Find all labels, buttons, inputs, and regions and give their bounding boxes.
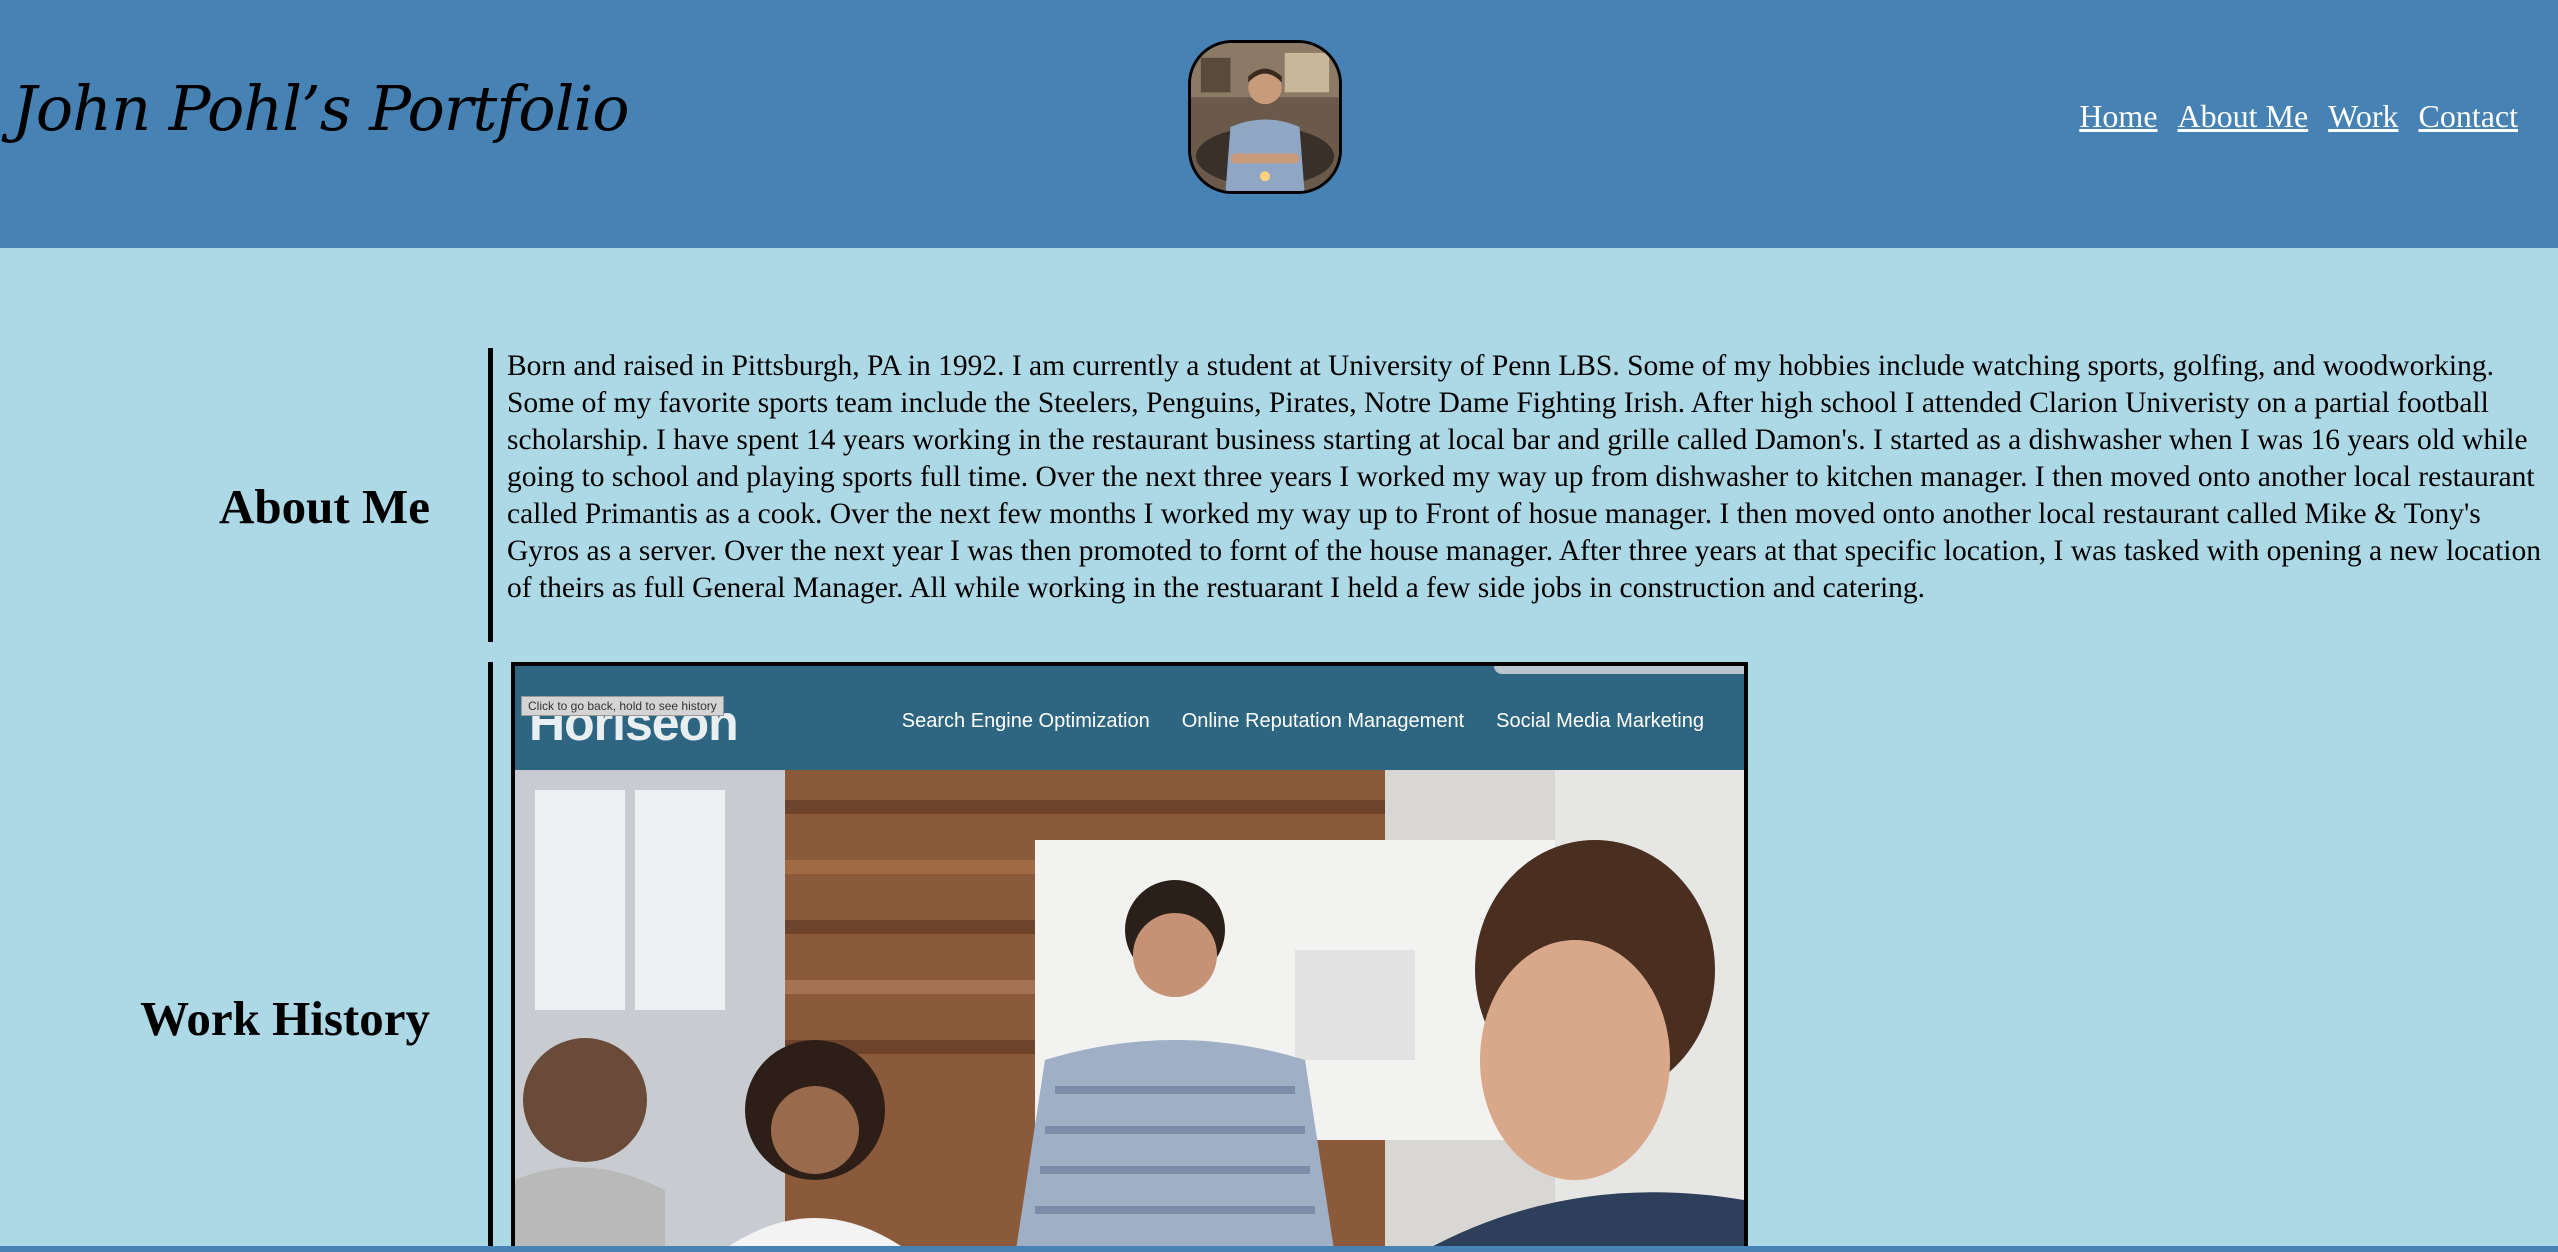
avatar [1188,40,1342,194]
nav-contact-link[interactable]: Contact [2418,98,2518,135]
project-card-horiseon[interactable]: Horiseon Click to go back, hold to see h… [511,662,1748,1252]
nav-work-link[interactable]: Work [2328,98,2398,135]
project-menu-item: Search Engine Optimization [901,710,1150,732]
main-nav: Home About Me Work Contact [2079,98,2518,135]
work-history-section: Horiseon Click to go back, hold to see h… [488,662,1748,1252]
project-menu-item: Online Reputation Management [1181,710,1465,732]
about-text: Born and raised in Pittsburgh, PA in 199… [507,350,2542,604]
project-hero-photo [515,770,1744,1252]
nav-home-link[interactable]: Home [2079,98,2157,135]
nav-about-link[interactable]: About Me [2178,98,2309,135]
avatar-photo [1191,43,1339,191]
site-header: John Pohl’s Portfolio Home About Me Work… [0,0,2558,248]
about-heading: About Me [219,479,430,534]
page-bottom-bar [0,1246,2558,1252]
project-card-nav: Horiseon Click to go back, hold to see h… [515,666,1744,770]
project-scroll-indicator [1494,666,1744,674]
site-title: John Pohl’s Portfolio [12,72,630,145]
about-section: Born and raised in Pittsburgh, PA in 199… [488,348,2558,642]
project-tooltip: Click to go back, hold to see history [521,696,724,716]
project-menu-item: Social Media Marketing [1496,710,1704,732]
work-history-heading: Work History [140,991,430,1046]
project-menu: Search Engine Optimization Online Reputa… [902,710,1704,733]
